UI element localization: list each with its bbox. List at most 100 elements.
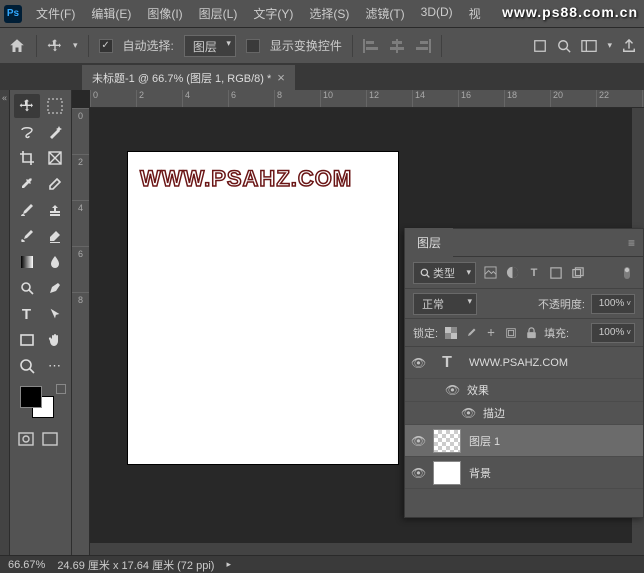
history-brush-tool[interactable] [14, 224, 40, 248]
close-tab-icon[interactable]: × [277, 70, 285, 85]
autoselect-target-dropdown[interactable]: 图层 [184, 35, 236, 57]
eyedropper-tool[interactable] [14, 172, 40, 196]
show-transform-checkbox[interactable] [246, 39, 260, 53]
edit-toolbar[interactable]: ⋯ [42, 354, 68, 378]
align-right-icon[interactable] [415, 39, 431, 53]
layers-tab[interactable]: 图层 [405, 228, 453, 257]
gradient-tool[interactable] [14, 250, 40, 274]
brush-tool[interactable] [14, 198, 40, 222]
type-layer-icon: T [433, 351, 461, 375]
eraser-tool[interactable] [42, 224, 68, 248]
canvas-text-layer[interactable]: WWW.PSAHZ.COM [140, 166, 352, 192]
layer-effect-stroke-row[interactable]: 👁 描边 [405, 402, 643, 425]
filter-pixel-icon[interactable] [482, 265, 498, 281]
align-center-h-icon[interactable] [389, 39, 405, 53]
fill-input[interactable]: 100%˅ [591, 323, 635, 343]
align-left-icon[interactable] [363, 39, 379, 53]
autoselect-checkbox[interactable]: ✓ [99, 39, 113, 53]
menu-filter[interactable]: 滤镜(T) [359, 3, 410, 24]
layer-row[interactable]: 👁 T WWW.PSAHZ.COM [405, 347, 643, 379]
frame-tool[interactable] [42, 146, 68, 170]
share-icon[interactable] [622, 39, 636, 53]
zoom-level[interactable]: 66.67% [8, 559, 45, 571]
menu-file[interactable]: 文件(F) [30, 3, 81, 24]
color-swatches[interactable] [12, 384, 69, 424]
opacity-input[interactable]: 100%˅ [591, 294, 635, 314]
opacity-label: 不透明度: [538, 296, 585, 312]
home-icon[interactable] [8, 37, 26, 55]
artboard[interactable]: WWW.PSAHZ.COM [128, 152, 398, 464]
visibility-toggle-icon[interactable]: 👁 [411, 356, 425, 370]
filter-type-icon[interactable]: T [526, 265, 542, 281]
magic-wand-tool[interactable] [42, 120, 68, 144]
lock-image-icon[interactable] [464, 326, 478, 340]
menu-3d[interactable]: 3D(D) [415, 3, 459, 24]
screen-mode-icon[interactable] [42, 432, 58, 446]
3d-mode-icon[interactable] [533, 39, 547, 53]
crop-tool[interactable] [14, 146, 40, 170]
quick-mask-icon[interactable] [18, 432, 34, 446]
rectangle-tool[interactable] [14, 328, 40, 352]
workspace-icon[interactable] [581, 39, 597, 53]
layer-thumbnail[interactable] [433, 429, 461, 453]
dodge-tool[interactable] [14, 276, 40, 300]
menu-edit[interactable]: 编辑(E) [85, 3, 137, 24]
layer-thumbnail[interactable] [433, 461, 461, 485]
zoom-tool[interactable] [14, 354, 40, 378]
filter-shape-icon[interactable] [548, 265, 564, 281]
ruler-tick: 12 [366, 90, 412, 107]
lock-position-icon[interactable] [484, 326, 498, 340]
layer-name[interactable]: 背景 [469, 465, 491, 481]
marquee-tool[interactable] [42, 94, 68, 118]
layer-name[interactable]: 图层 1 [469, 433, 500, 449]
swap-colors-icon[interactable] [56, 384, 66, 394]
filter-adjust-icon[interactable] [504, 265, 520, 281]
layer-row[interactable]: 👁 背景 [405, 457, 643, 489]
chevron-down-icon[interactable]: ▾ [73, 40, 78, 51]
filter-toggle-icon[interactable] [619, 265, 635, 281]
ruler-tick: 10 [320, 90, 366, 107]
layer-row[interactable]: 👁 图层 1 [405, 425, 643, 457]
menu-select[interactable]: 选择(S) [303, 3, 355, 24]
ruler-tick: 6 [228, 90, 274, 107]
healing-brush-tool[interactable] [42, 172, 68, 196]
menu-type[interactable]: 文字(Y) [247, 3, 299, 24]
menu-image[interactable]: 图像(I) [141, 3, 188, 24]
left-dock-collapse[interactable]: » [0, 90, 10, 555]
layer-filter-kind-dropdown[interactable]: 类型 [413, 262, 476, 284]
chevron-down-icon[interactable]: ▾ [607, 40, 612, 51]
layer-name[interactable]: WWW.PSAHZ.COM [469, 357, 568, 369]
panel-menu-icon[interactable]: ≡ [620, 232, 643, 254]
pen-tool[interactable] [42, 276, 68, 300]
visibility-toggle-icon[interactable]: 👁 [445, 383, 459, 397]
type-tool[interactable]: T [14, 302, 40, 326]
lasso-tool[interactable] [14, 120, 40, 144]
ruler-horizontal[interactable]: 024681012141618202224 [90, 90, 644, 108]
chevron-right-icon[interactable]: ▸ [226, 559, 231, 570]
clone-stamp-tool[interactable] [42, 198, 68, 222]
foreground-color-swatch[interactable] [20, 386, 42, 408]
document-info[interactable]: 24.69 厘米 x 17.64 厘米 (72 ppi) [57, 557, 214, 573]
move-tool[interactable] [14, 94, 40, 118]
search-icon[interactable] [557, 39, 571, 53]
visibility-toggle-icon[interactable]: 👁 [461, 406, 475, 420]
hand-tool[interactable] [42, 328, 68, 352]
document-tab[interactable]: 未标题-1 @ 66.7% (图层 1, RGB/8) * × [82, 65, 295, 90]
lock-all-icon[interactable] [524, 326, 538, 340]
visibility-toggle-icon[interactable]: 👁 [411, 434, 425, 448]
scrollbar-horizontal[interactable] [90, 543, 644, 555]
ruler-tick: 4 [72, 200, 89, 246]
layer-effects-row[interactable]: 👁 效果 [405, 379, 643, 402]
show-transform-label: 显示变换控件 [270, 37, 342, 54]
ruler-tick: 0 [90, 90, 136, 107]
lock-artboard-icon[interactable] [504, 326, 518, 340]
menu-view[interactable]: 视 [463, 3, 487, 24]
menu-layer[interactable]: 图层(L) [193, 3, 244, 24]
blur-tool[interactable] [42, 250, 68, 274]
visibility-toggle-icon[interactable]: 👁 [411, 466, 425, 480]
blend-mode-dropdown[interactable]: 正常 [413, 293, 477, 315]
path-selection-tool[interactable] [42, 302, 68, 326]
lock-transparency-icon[interactable] [444, 326, 458, 340]
ruler-vertical[interactable]: 02468 [72, 108, 90, 555]
filter-smart-icon[interactable] [570, 265, 586, 281]
